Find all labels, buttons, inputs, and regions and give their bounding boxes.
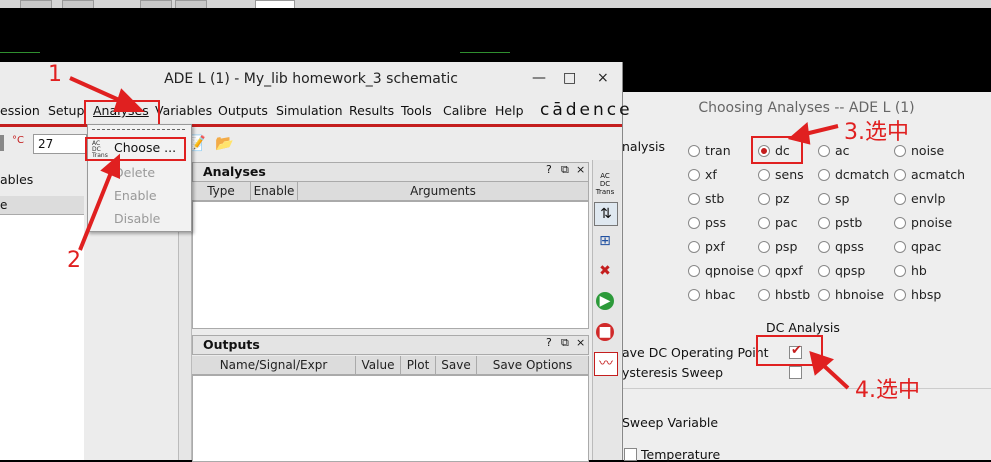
annotation-step-3: 3.选中 xyxy=(844,120,909,145)
annotation-step-1: 1 xyxy=(48,62,62,87)
annotation-step-2: 2 xyxy=(67,248,81,273)
arrow-3-head xyxy=(787,122,811,145)
arrow-3 xyxy=(804,124,839,136)
arrow-1-head xyxy=(113,88,145,112)
arrow-2-head xyxy=(100,153,120,180)
arrow-2 xyxy=(78,169,114,251)
annotation-step-4: 4.选中 xyxy=(855,378,920,403)
arrow-4 xyxy=(820,362,850,390)
annotation-arrows xyxy=(69,76,850,390)
